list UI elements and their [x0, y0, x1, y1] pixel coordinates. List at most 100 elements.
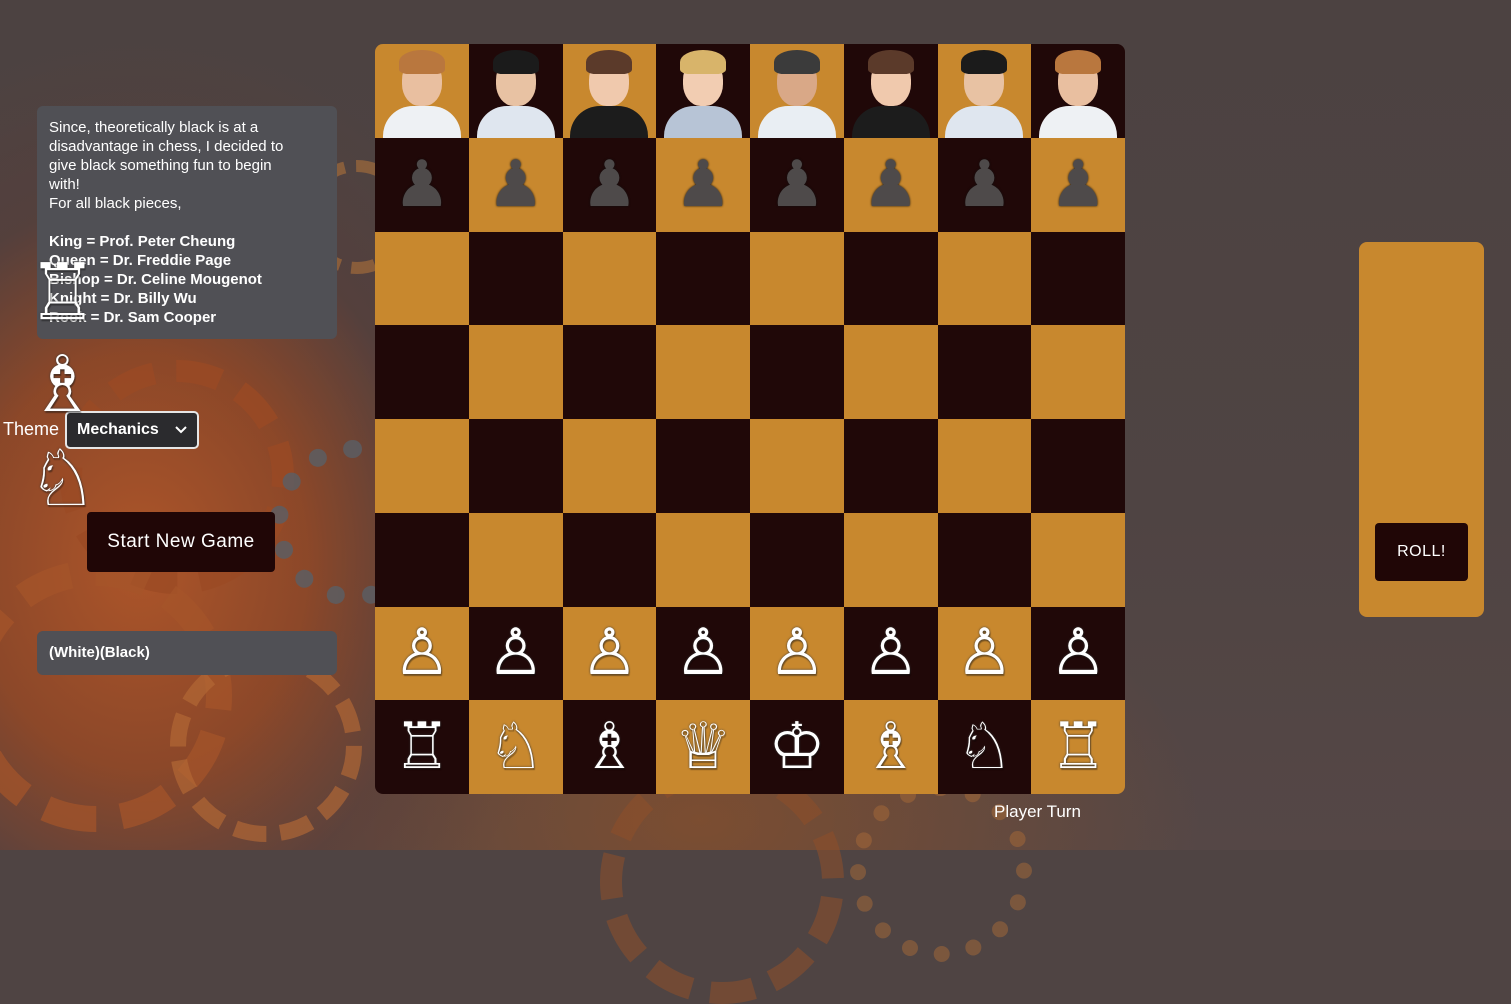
square-b7[interactable]: ♟	[468, 137, 563, 232]
black-pawn[interactable]: ♟	[487, 153, 544, 217]
square-e7[interactable]: ♟	[750, 137, 844, 232]
square-f5[interactable]	[843, 325, 938, 419]
black-pawn[interactable]: ♟	[581, 153, 638, 217]
square-f7[interactable]: ♟	[843, 137, 938, 232]
white-knight[interactable]: ♘	[956, 715, 1013, 779]
white-pawn[interactable]: ♙	[768, 621, 825, 685]
square-b1[interactable]: ♘	[468, 700, 563, 794]
square-h3[interactable]	[1031, 512, 1125, 607]
square-d1[interactable]: ♕	[656, 700, 750, 794]
square-f8[interactable]	[843, 44, 938, 138]
white-bishop[interactable]: ♗	[862, 715, 919, 779]
square-g5[interactable]	[937, 325, 1032, 419]
black-pawn[interactable]: ♟	[1049, 153, 1106, 217]
square-d8[interactable]	[656, 44, 750, 138]
square-h6[interactable]	[1031, 231, 1125, 326]
square-g6[interactable]	[937, 231, 1032, 326]
square-f4[interactable]	[843, 419, 938, 513]
square-h7[interactable]: ♟	[1031, 137, 1125, 232]
square-b5[interactable]	[468, 325, 563, 419]
square-g8[interactable]	[937, 44, 1032, 138]
white-rook[interactable]: ♖	[1049, 715, 1106, 779]
square-g4[interactable]	[937, 419, 1032, 513]
promotion-rook-option[interactable]: ♖	[0, 254, 125, 332]
square-g7[interactable]: ♟	[937, 137, 1032, 232]
square-a8[interactable]	[375, 44, 469, 138]
white-king[interactable]: ♔	[768, 715, 825, 779]
square-d6[interactable]	[656, 231, 750, 326]
square-a1[interactable]: ♖	[375, 700, 469, 794]
square-c5[interactable]	[562, 325, 657, 419]
square-a6[interactable]	[375, 231, 469, 326]
square-f3[interactable]	[843, 512, 938, 607]
black-bishop-portrait[interactable]	[563, 44, 657, 138]
square-b4[interactable]	[468, 419, 563, 513]
square-b6[interactable]	[468, 231, 563, 326]
square-c3[interactable]	[562, 512, 657, 607]
square-a2[interactable]: ♙	[375, 606, 469, 701]
square-c2[interactable]: ♙	[562, 606, 657, 701]
black-rook-portrait[interactable]	[375, 44, 469, 138]
square-e8[interactable]	[750, 44, 844, 138]
square-c8[interactable]	[562, 44, 657, 138]
square-h8[interactable]	[1031, 44, 1125, 138]
square-c1[interactable]: ♗	[562, 700, 657, 794]
square-e5[interactable]	[750, 325, 844, 419]
black-queen-portrait[interactable]	[656, 44, 750, 138]
square-f6[interactable]	[843, 231, 938, 326]
square-b3[interactable]	[468, 512, 563, 607]
square-a7[interactable]: ♟	[375, 137, 469, 232]
white-pawn[interactable]: ♙	[393, 621, 450, 685]
white-pawn[interactable]: ♙	[1049, 621, 1106, 685]
white-rook[interactable]: ♖	[393, 715, 450, 779]
start-new-game-button[interactable]: Start New Game	[87, 512, 275, 572]
black-pawn[interactable]: ♟	[768, 153, 825, 217]
square-c6[interactable]	[562, 231, 657, 326]
square-h1[interactable]: ♖	[1031, 700, 1125, 794]
square-c7[interactable]: ♟	[562, 137, 657, 232]
square-e4[interactable]	[750, 419, 844, 513]
white-bishop[interactable]: ♗	[581, 715, 638, 779]
square-g2[interactable]: ♙	[937, 606, 1032, 701]
square-e1[interactable]: ♔	[750, 700, 844, 794]
black-knight-portrait[interactable]	[938, 44, 1032, 138]
promotion-knight-option[interactable]: ♘	[0, 440, 125, 518]
black-pawn[interactable]: ♟	[674, 153, 731, 217]
square-b8[interactable]	[468, 44, 563, 138]
square-e2[interactable]: ♙	[750, 606, 844, 701]
square-e3[interactable]	[750, 512, 844, 607]
black-pawn[interactable]: ♟	[862, 153, 919, 217]
roll-button[interactable]: ROLL!	[1375, 523, 1468, 581]
square-a4[interactable]	[375, 419, 469, 513]
white-pawn[interactable]: ♙	[862, 621, 919, 685]
square-d4[interactable]	[656, 419, 750, 513]
white-pawn[interactable]: ♙	[674, 621, 731, 685]
square-f1[interactable]: ♗	[843, 700, 938, 794]
square-b2[interactable]: ♙	[468, 606, 563, 701]
square-c4[interactable]	[562, 419, 657, 513]
black-bishop-portrait[interactable]	[844, 44, 938, 138]
square-d5[interactable]	[656, 325, 750, 419]
square-d3[interactable]	[656, 512, 750, 607]
white-queen[interactable]: ♕	[674, 715, 731, 779]
square-g1[interactable]: ♘	[937, 700, 1032, 794]
black-pawn[interactable]: ♟	[956, 153, 1013, 217]
square-h4[interactable]	[1031, 419, 1125, 513]
white-pawn[interactable]: ♙	[487, 621, 544, 685]
square-e6[interactable]	[750, 231, 844, 326]
white-pawn[interactable]: ♙	[956, 621, 1013, 685]
black-pawn[interactable]: ♟	[393, 153, 450, 217]
white-pawn[interactable]: ♙	[581, 621, 638, 685]
black-knight-portrait[interactable]	[469, 44, 563, 138]
square-a3[interactable]	[375, 512, 469, 607]
square-g3[interactable]	[937, 512, 1032, 607]
square-d7[interactable]: ♟	[656, 137, 750, 232]
black-king-portrait[interactable]	[750, 44, 844, 138]
square-f2[interactable]: ♙	[843, 606, 938, 701]
white-knight[interactable]: ♘	[487, 715, 544, 779]
square-h5[interactable]	[1031, 325, 1125, 419]
black-rook-portrait[interactable]	[1031, 44, 1125, 138]
square-a5[interactable]	[375, 325, 469, 419]
square-h2[interactable]: ♙	[1031, 606, 1125, 701]
promotion-bishop-option[interactable]: ♗	[0, 346, 125, 424]
